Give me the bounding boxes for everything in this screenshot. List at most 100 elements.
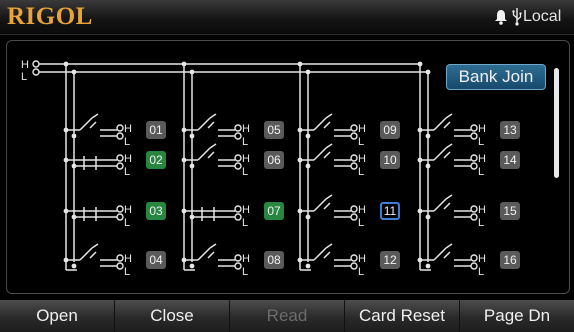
- bank-join-button[interactable]: Bank Join: [446, 64, 546, 90]
- terminal-low-label: L: [124, 266, 130, 278]
- terminal-low-ring: [350, 162, 358, 170]
- terminal-low-label: L: [358, 217, 364, 229]
- open-softkey[interactable]: Open: [0, 300, 115, 332]
- open-relay-blade-tip: [209, 243, 217, 249]
- channel-03-badge[interactable]: 03: [146, 202, 166, 220]
- terminal-low-ring: [234, 262, 242, 270]
- channel-06-badge[interactable]: 06: [264, 151, 284, 169]
- terminal-high-label: H: [242, 253, 250, 265]
- terminal-low-ring: [350, 132, 358, 140]
- open-relay-blade-tip: [325, 194, 333, 200]
- terminal-high-label: H: [478, 153, 486, 165]
- terminal-high-ring: [116, 254, 124, 262]
- channel-10-badge[interactable]: 10: [380, 151, 400, 169]
- channel-11-badge[interactable]: 11: [380, 202, 400, 220]
- terminal-low-label: L: [124, 136, 130, 148]
- open-relay-blade-tip: [209, 113, 217, 119]
- channel-16-badge[interactable]: 16: [500, 251, 520, 269]
- row-low-junction: [189, 263, 195, 269]
- channel-05-badge[interactable]: 05: [264, 121, 284, 139]
- terminal-low-ring: [116, 213, 124, 221]
- terminal-high-ring: [234, 254, 242, 262]
- scroll-thumb[interactable]: [554, 68, 559, 178]
- card-reset-softkey[interactable]: Card Reset: [345, 300, 460, 332]
- terminal-high-ring: [350, 254, 358, 262]
- terminal-low-ring: [470, 262, 478, 270]
- terminal-high-label: H: [242, 153, 250, 165]
- row-low-junction: [305, 263, 311, 269]
- terminal-high-ring: [116, 205, 124, 213]
- channel-07-badge[interactable]: 07: [264, 202, 284, 220]
- rigol-screen: RIGOL Local HLHLHLHLHLHLHLHLHLHLHLHLHLHL…: [0, 0, 574, 332]
- row-low-junction: [189, 163, 195, 169]
- softkey-bar: Open Close Read Card Reset Page Dn: [0, 300, 574, 332]
- channel-02-badge[interactable]: 02: [146, 151, 166, 169]
- channel-13-badge[interactable]: 13: [500, 121, 520, 139]
- open-relay-blade-2: [443, 202, 451, 210]
- terminal-high-ring: [234, 154, 242, 162]
- rail-l-terminal: [32, 68, 40, 76]
- terminal-low-ring: [234, 213, 242, 221]
- rail-l-label: L: [21, 71, 27, 83]
- channel-12-badge[interactable]: 12: [380, 251, 400, 269]
- rail-h-label: H: [21, 59, 29, 71]
- terminal-low-label: L: [242, 136, 248, 148]
- channel-04-badge[interactable]: 04: [146, 251, 166, 269]
- row-low-junction: [305, 214, 311, 220]
- terminal-high-label: H: [358, 123, 366, 135]
- terminal-low-ring: [470, 132, 478, 140]
- terminal-high-label: H: [358, 153, 366, 165]
- terminal-high-label: H: [478, 204, 486, 216]
- terminal-low-ring: [234, 132, 242, 140]
- terminal-high-label: H: [358, 204, 366, 216]
- channel-01-badge[interactable]: 01: [146, 121, 166, 139]
- open-relay-blade-2: [443, 151, 451, 159]
- terminal-high-label: H: [478, 123, 486, 135]
- open-relay-blade-2: [323, 251, 331, 259]
- channel-08-badge[interactable]: 08: [264, 251, 284, 269]
- terminal-low-label: L: [478, 136, 484, 148]
- scrollbar[interactable]: [552, 64, 562, 286]
- terminal-high-label: H: [124, 123, 132, 135]
- terminal-high-ring: [234, 124, 242, 132]
- open-relay-blade-2: [89, 121, 97, 129]
- channel-15-badge[interactable]: 15: [500, 202, 520, 220]
- row-low-junction: [425, 263, 431, 269]
- terminal-low-label: L: [358, 166, 364, 178]
- terminal-low-label: L: [358, 266, 364, 278]
- open-relay-blade-tip: [445, 194, 453, 200]
- row-low-junction: [425, 214, 431, 220]
- terminal-low-ring: [116, 132, 124, 140]
- open-relay-blade-tip: [445, 113, 453, 119]
- terminal-high-ring: [350, 205, 358, 213]
- open-relay-blade-2: [89, 251, 97, 259]
- terminal-low-ring: [350, 213, 358, 221]
- open-relay-blade-2: [323, 202, 331, 210]
- terminal-high-ring: [234, 205, 242, 213]
- terminal-low-ring: [234, 162, 242, 170]
- open-relay-blade-tip: [209, 143, 217, 149]
- terminal-high-label: H: [358, 253, 366, 265]
- row-low-junction: [71, 133, 77, 139]
- terminal-low-label: L: [242, 217, 248, 229]
- channel-14-badge[interactable]: 14: [500, 151, 520, 169]
- terminal-low-ring: [470, 162, 478, 170]
- row-low-junction: [425, 163, 431, 169]
- terminal-high-label: H: [242, 204, 250, 216]
- page-down-softkey[interactable]: Page Dn: [460, 300, 574, 332]
- terminal-low-label: L: [124, 166, 130, 178]
- open-relay-blade-2: [207, 121, 215, 129]
- terminal-high-label: H: [124, 153, 132, 165]
- terminal-low-ring: [350, 262, 358, 270]
- channel-09-badge[interactable]: 09: [380, 121, 400, 139]
- close-softkey[interactable]: Close: [115, 300, 230, 332]
- terminal-low-label: L: [242, 166, 248, 178]
- terminal-low-ring: [116, 162, 124, 170]
- row-low-junction: [425, 133, 431, 139]
- open-relay-blade: [79, 247, 93, 261]
- row-low-junction: [305, 133, 311, 139]
- open-relay-blade: [197, 247, 211, 261]
- terminal-low-ring: [116, 262, 124, 270]
- terminal-low-label: L: [478, 217, 484, 229]
- terminal-high-ring: [470, 254, 478, 262]
